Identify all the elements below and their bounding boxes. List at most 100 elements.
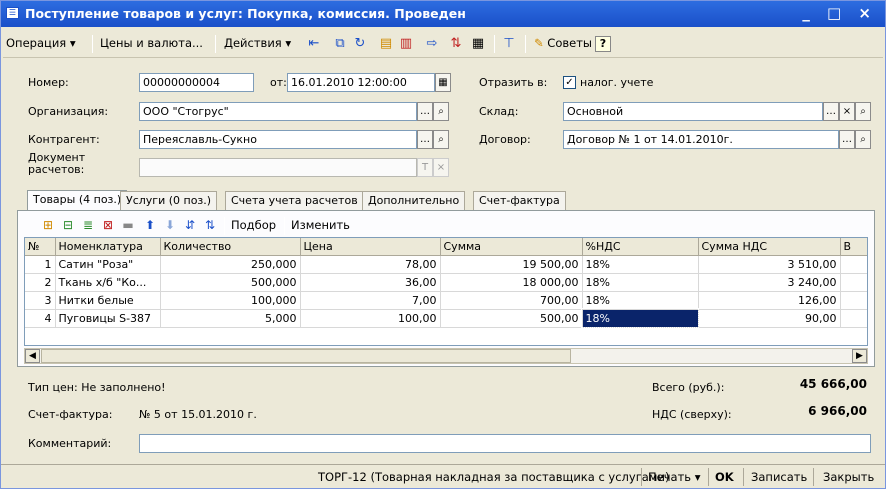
tab-additional[interactable]: Дополнительно [362,191,466,210]
date-field[interactable]: 16.01.2010 12:00:00 [287,73,435,92]
col-header-qty[interactable]: Количество [160,238,301,256]
table-row[interactable]: 1 Сатин "Роза" 250,000 78,00 19 500,00 1… [25,255,867,274]
tab-goods[interactable]: Товары (4 поз.) [27,190,128,211]
warehouse-clear-icon[interactable]: × [839,102,855,121]
cell-vat-rate[interactable]: 18% [582,255,699,274]
report-icon[interactable]: ▦ [469,35,487,53]
cell-vat-sum[interactable]: 3 510,00 [698,255,841,274]
col-header-item[interactable]: Номенклатура [55,238,161,256]
cell-item[interactable]: Пуговицы S-387 [55,309,161,328]
col-header-number[interactable]: № [25,238,56,256]
calendar-icon[interactable]: ▦ [435,73,451,92]
end-edit-icon[interactable]: ▬ [120,217,136,233]
cell-vat-rate[interactable]: 18% [582,273,699,292]
tax-checkbox[interactable]: ✓ [563,76,576,89]
col-header-price[interactable]: Цена [300,238,441,256]
table-row[interactable]: 4 Пуговицы S-387 5,000 100,00 500,00 18%… [25,308,867,328]
contractor-field[interactable]: Переяславль-Сукно [139,130,417,149]
cell-sum[interactable]: 18 000,00 [440,273,583,292]
price-type-text[interactable]: Тип цен: Не заполнено! [28,381,166,394]
cell-price[interactable]: 7,00 [300,291,441,310]
actions-menu[interactable]: Действия ▾ [221,34,294,54]
doc-type-icon[interactable]: T [417,158,433,177]
title-bar[interactable]: ☰ Поступление товаров и услуг: Покупка, … [1,1,885,27]
cell-sum[interactable]: 700,00 [440,291,583,310]
org-search-icon[interactable]: ⌕ [433,102,449,121]
cell-vat-rate-selected[interactable]: 18% [581,308,699,328]
number-field[interactable]: 00000000004 [139,73,254,92]
copy-icon[interactable]: ⧉ [331,35,349,53]
cell-sum[interactable]: 19 500,00 [440,255,583,274]
contract-field[interactable]: Договор № 1 от 14.01.2010г. [563,130,839,149]
cell-vat-sum[interactable]: 90,00 [698,309,841,328]
cell-qty[interactable]: 5,000 [160,309,301,328]
scroll-thumb[interactable] [41,349,571,363]
operation-menu[interactable]: Операция ▾ [3,34,79,54]
sort-asc-icon[interactable]: ⇵ [182,217,198,233]
contract-search-icon[interactable]: ⌕ [855,130,871,149]
move-up-icon[interactable]: ⬆ [142,217,158,233]
cell-qty[interactable]: 250,000 [160,255,301,274]
cell-more[interactable] [840,309,867,328]
dt-kt-icon[interactable]: ⇅ [447,35,465,53]
cell-more[interactable] [840,291,867,310]
col-header-sum[interactable]: Сумма [440,238,583,256]
org-select-button[interactable]: … [417,102,433,121]
cell-item[interactable]: Сатин "Роза" [55,255,161,274]
cell-vat-sum[interactable]: 3 240,00 [698,273,841,292]
save-button[interactable]: Записать [751,468,807,486]
print-button[interactable]: Печать ▾ [648,468,700,486]
cell-price[interactable]: 36,00 [300,273,441,292]
advice-button[interactable]: ✎ Советы? [531,34,614,54]
warehouse-select-button[interactable]: … [823,102,839,121]
cell-number[interactable]: 4 [25,309,56,328]
cell-price[interactable]: 100,00 [300,309,441,328]
doc-clear-icon[interactable]: × [433,158,449,177]
cell-price[interactable]: 78,00 [300,255,441,274]
cell-item[interactable]: Ткань х/б "Ко... [55,273,161,292]
pick-button[interactable]: Подбор [228,216,279,236]
cell-number[interactable]: 1 [25,255,56,274]
warehouse-search-icon[interactable]: ⌕ [855,102,871,121]
col-header-more[interactable]: В [840,238,867,256]
table-row[interactable]: 3 Нитки белые 100,000 7,00 700,00 18% 12… [25,291,867,310]
change-button[interactable]: Изменить [288,216,353,236]
refresh-icon[interactable]: ↻ [351,35,369,53]
sort-desc-icon[interactable]: ⇅ [202,217,218,233]
warehouse-field[interactable]: Основной [563,102,823,121]
tab-invoice[interactable]: Счет-фактура [473,191,566,210]
cell-vat-rate[interactable]: 18% [582,291,699,310]
close-button[interactable]: Закрыть [823,468,874,486]
cell-qty[interactable]: 100,000 [160,291,301,310]
copy-row-icon[interactable]: ⊟ [60,217,76,233]
col-header-vat-sum[interactable]: Сумма НДС [698,238,841,256]
cell-vat-sum[interactable]: 126,00 [698,291,841,310]
ok-button[interactable]: OK [715,468,734,486]
cell-sum[interactable]: 500,00 [440,309,583,328]
unpost-icon[interactable]: ▥ [397,35,415,53]
contractor-search-icon[interactable]: ⌕ [433,130,449,149]
scroll-left-icon[interactable]: ◀ [25,349,40,363]
invoice-link[interactable]: № 5 от 15.01.2010 г. [139,408,257,421]
cell-item[interactable]: Нитки белые [55,291,161,310]
contract-select-button[interactable]: … [839,130,855,149]
cell-more[interactable] [840,255,867,274]
add-row-icon[interactable]: ⊞ [40,217,56,233]
contractor-select-button[interactable]: … [417,130,433,149]
comment-field[interactable] [139,434,871,453]
doc-field[interactable] [139,158,417,177]
edit-row-icon[interactable]: ≣ [80,217,96,233]
torg12-button[interactable]: ТОРГ-12 (Товарная накладная за поставщик… [318,468,669,486]
post-icon[interactable]: ▤ [377,35,395,53]
goods-table[interactable]: № Номенклатура Количество Цена Сумма %НД… [24,237,868,346]
org-field[interactable]: ООО "Стогрус" [139,102,417,121]
scroll-right-icon[interactable]: ▶ [852,349,867,363]
help-icon[interactable]: ? [595,36,611,52]
delete-row-icon[interactable]: ⊠ [100,217,116,233]
move-down-icon[interactable]: ⬇ [162,217,178,233]
window-controls[interactable]: _ □ × [802,4,877,22]
cell-number[interactable]: 3 [25,291,56,310]
prices-button[interactable]: Цены и валюта... [97,34,206,54]
cell-qty[interactable]: 500,000 [160,273,301,292]
col-header-vat-rate[interactable]: %НДС [582,238,699,256]
